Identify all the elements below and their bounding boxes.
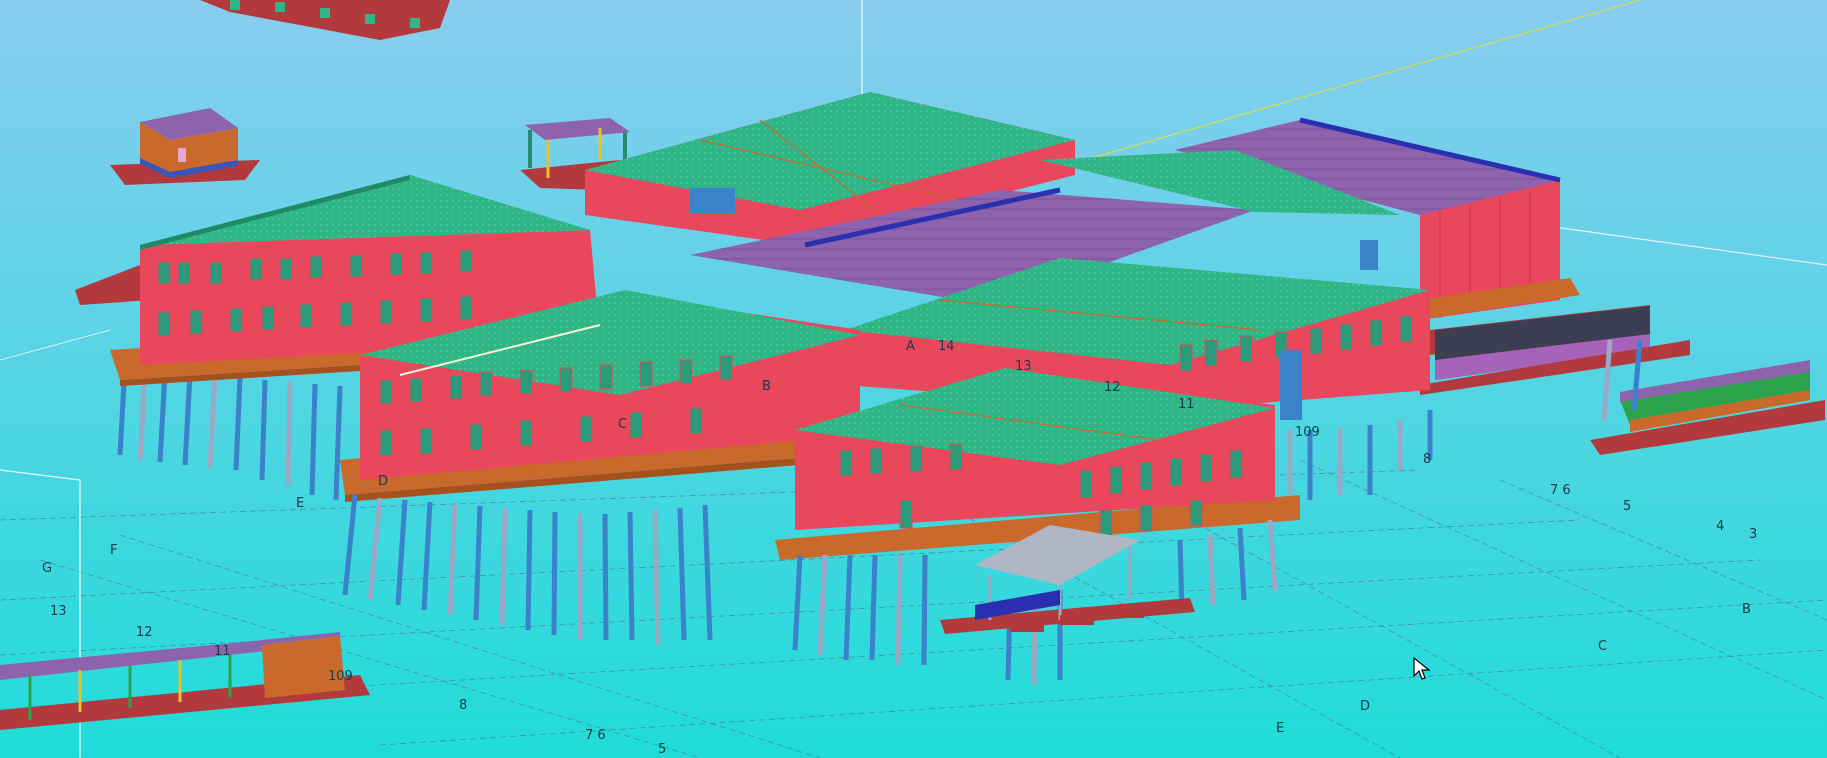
grid-label-c: C (1598, 639, 1608, 654)
grid-label-8-bottom: 8 (459, 698, 468, 713)
grid-label-12: 12 (1104, 380, 1121, 395)
grid-label-5-bottom: 5 (658, 742, 667, 757)
grid-label-f: F (110, 543, 118, 558)
grid-label-c-building: C (618, 417, 628, 432)
grid-label-d: D (1360, 699, 1371, 714)
grid-label-e: E (1276, 721, 1285, 736)
grid-label-13-left: 13 (50, 604, 67, 619)
grid-label-12-left: 12 (136, 625, 153, 640)
grid-label-11-left: 11 (214, 644, 231, 659)
grid-label-11: 11 (1178, 397, 1195, 412)
grid-label-7-6-bottom: 7 6 (585, 728, 606, 743)
mouse-pointer-icon (1413, 657, 1431, 680)
grid-label-b-building: B (762, 379, 771, 394)
grid-label-7-6: 7 6 (1550, 483, 1571, 498)
grid-label-8-right: 8 (1423, 452, 1432, 467)
grid-label-4: 4 (1716, 519, 1725, 534)
grid-label-a: A (906, 339, 915, 354)
grid-label-d-building: D (378, 474, 389, 489)
grid-label-g: G (42, 561, 53, 576)
3d-model-viewport[interactable]: A 14 13 12 11 109 7 6 5 4 3 8 B C D E 8 … (0, 0, 1827, 758)
grid-label-13: 13 (1015, 359, 1032, 374)
grid-label-109-left: 109 (328, 669, 353, 684)
grid-label-14: 14 (938, 339, 955, 354)
grid-label-e-left: E (296, 496, 305, 511)
grid-label-109: 109 (1295, 425, 1320, 440)
grid-label-3: 3 (1749, 527, 1758, 542)
grid-label-5: 5 (1623, 499, 1632, 514)
grid-label-b: B (1742, 602, 1751, 617)
building-model-scene (0, 0, 1827, 758)
